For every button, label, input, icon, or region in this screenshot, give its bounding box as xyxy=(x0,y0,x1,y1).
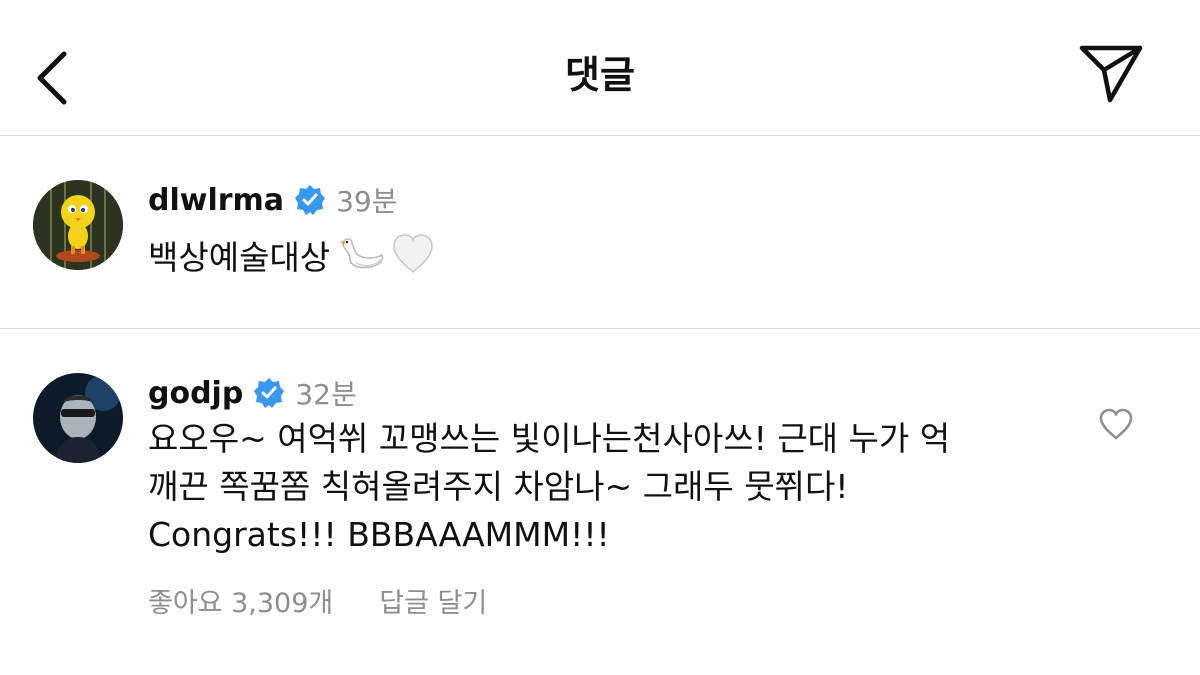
avatar[interactable] xyxy=(33,373,123,463)
comment-meta: dlwlrma 39분 xyxy=(148,180,397,220)
comment-username[interactable]: godjp xyxy=(148,376,243,411)
comment-username[interactable]: dlwlrma xyxy=(148,183,284,218)
comment-item: dlwlrma 39분 백상예술대상 xyxy=(0,136,1200,329)
comment-actions: 좋아요 3,309개 답글 달기 xyxy=(148,581,487,620)
white-heart-icon xyxy=(390,232,436,287)
comment-line: 깨끈 쪽꿈쫌 칙혀올려주지 차암나~ 그래두 뭇쮜다! xyxy=(148,467,849,506)
verified-badge-icon xyxy=(254,378,285,408)
comment-body: 백상예술대상 xyxy=(148,238,331,277)
reply-button[interactable]: 답글 달기 xyxy=(379,581,487,620)
avatar-image xyxy=(33,180,123,270)
comment-text: 백상예술대상 xyxy=(148,232,436,287)
send-button[interactable] xyxy=(1076,40,1146,106)
like-button[interactable] xyxy=(1098,407,1134,441)
comments-header: 댓글 xyxy=(0,0,1200,136)
heart-outline-icon xyxy=(1099,408,1133,440)
comment-time: 32분 xyxy=(295,378,357,411)
comment-line: Congrats!!! BBBAAAMMM!!! xyxy=(148,515,610,554)
page-title: 댓글 xyxy=(565,53,635,97)
verified-badge-icon xyxy=(295,185,326,215)
comment-meta: godjp 32분 xyxy=(148,373,357,413)
paper-plane-icon xyxy=(1079,45,1143,103)
likes-count[interactable]: 좋아요 3,309개 xyxy=(148,581,333,620)
comment-time: 39분 xyxy=(336,185,398,218)
comment-item: godjp 32분 요오우~ 여억쒸 꼬맹쓰는 빛이나는천사아쓰! 근대 누가 … xyxy=(0,329,1200,675)
avatar[interactable] xyxy=(33,180,123,270)
comment-line: 요오우~ 여억쒸 꼬맹쓰는 빛이나는천사아쓰! 근대 누가 억 xyxy=(148,419,951,458)
avatar-image xyxy=(33,373,123,463)
swan-icon xyxy=(334,233,386,286)
comment-text: 요오우~ 여억쒸 꼬맹쓰는 빛이나는천사아쓰! 근대 누가 억 깨끈 쪽꿈쫌 칙… xyxy=(148,415,1048,559)
